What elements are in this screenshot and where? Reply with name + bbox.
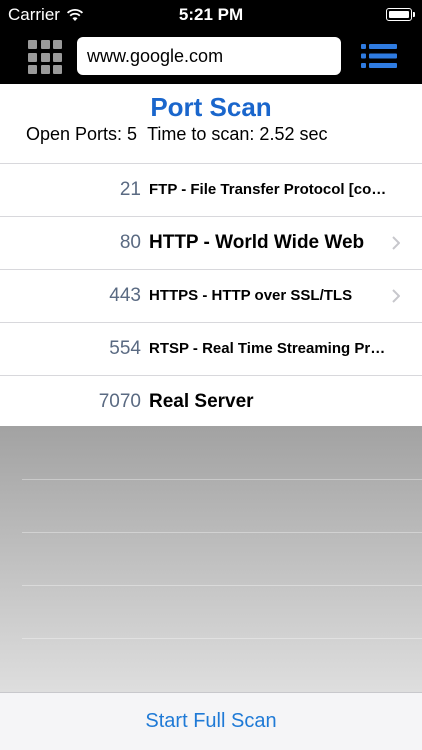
open-ports-count: Open Ports: 5 xyxy=(26,124,138,144)
chevron-right-icon xyxy=(392,289,400,303)
separator-line xyxy=(22,638,422,639)
port-row-80[interactable]: 80 HTTP - World Wide Web xyxy=(0,216,422,269)
scan-time: Time to scan: 2.52 sec xyxy=(147,124,328,144)
scan-summary: Open Ports: 5 Time to scan: 2.52 sec xyxy=(26,124,327,145)
bottom-toolbar: Start Full Scan xyxy=(0,692,422,750)
port-row-443[interactable]: 443 HTTPS - HTTP over SSL/TLS xyxy=(0,269,422,322)
grid-menu-icon[interactable] xyxy=(28,40,62,74)
chevron-right-icon xyxy=(392,236,400,250)
status-bar: Carrier 5:21 PM xyxy=(0,0,422,30)
separator-line xyxy=(22,479,422,480)
start-full-scan-button[interactable]: Start Full Scan xyxy=(0,693,422,750)
port-description: Real Server xyxy=(149,391,254,412)
separator-line xyxy=(22,585,422,586)
url-input[interactable] xyxy=(77,37,341,75)
page-title: Port Scan xyxy=(150,92,272,122)
battery-icon xyxy=(386,8,415,21)
port-number: 7070 xyxy=(98,391,141,412)
list-icon[interactable] xyxy=(361,43,397,69)
status-time: 5:21 PM xyxy=(178,5,244,24)
port-description: RTSP - Real Time Streaming Protocol xyxy=(149,340,394,357)
separator-line xyxy=(22,532,422,533)
port-number: 554 xyxy=(109,338,141,359)
empty-list-area xyxy=(0,426,422,692)
port-scan-content: Port Scan Open Ports: 5 Time to scan: 2.5… xyxy=(0,84,422,426)
port-row-554: 554 RTSP - Real Time Streaming Protocol xyxy=(0,322,422,375)
port-number: 80 xyxy=(119,232,141,253)
port-row-7070: 7070 Real Server xyxy=(0,375,422,428)
port-number: 443 xyxy=(109,285,141,306)
port-list: 21 FTP - File Transfer Protocol [control… xyxy=(0,163,422,428)
port-description: HTTPS - HTTP over SSL/TLS xyxy=(149,287,353,304)
port-row-21: 21 FTP - File Transfer Protocol [control… xyxy=(0,163,422,216)
port-description: HTTP - World Wide Web xyxy=(149,232,365,253)
port-number: 21 xyxy=(119,179,141,200)
nav-bar xyxy=(0,30,422,84)
port-description: FTP - File Transfer Protocol [control] xyxy=(149,181,394,198)
